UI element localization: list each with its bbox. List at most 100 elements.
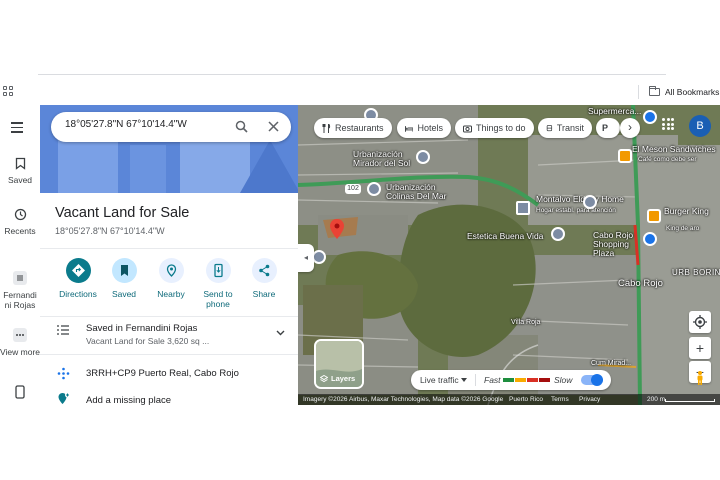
live-traffic-control[interactable]: Live traffic Fast Slow — [411, 370, 611, 390]
nearby-label: Nearby — [157, 289, 185, 299]
region-link[interactable]: Puerto Rico — [509, 394, 543, 405]
poi-meson[interactable] — [618, 149, 632, 163]
map-label-villa-roja: Villa Roja — [511, 319, 541, 326]
traffic-legend-bars — [503, 378, 550, 382]
chip-hotels-label: Hotels — [417, 123, 443, 133]
send-phone-icon — [205, 258, 231, 283]
add-missing-place-text: Add a missing place — [86, 395, 172, 405]
poi-estetica[interactable] — [551, 227, 565, 241]
saved-in-title: Saved in Fernandini Rojas — [86, 323, 198, 334]
pegman-icon[interactable] — [696, 371, 704, 385]
plus-code-icon — [57, 367, 70, 380]
poi-burger-king[interactable] — [647, 209, 661, 223]
all-bookmarks-label: All Bookmarks — [665, 87, 720, 97]
rail-phone[interactable] — [0, 385, 40, 401]
saved-button[interactable]: Saved — [100, 258, 148, 299]
apps-grid-icon[interactable] — [3, 86, 13, 96]
google-apps-icon[interactable] — [662, 118, 674, 130]
poi-left[interactable] — [312, 250, 326, 264]
directions-button[interactable]: Directions — [54, 258, 102, 299]
poi-colinas[interactable] — [367, 182, 381, 196]
history-icon — [14, 208, 26, 221]
action-buttons: Directions Saved Nearby Send to phone Sh… — [52, 258, 292, 318]
map-label-burger-sub: King de aro — [666, 225, 700, 232]
close-icon[interactable] — [267, 120, 280, 133]
road-shield-102: 102 — [345, 184, 361, 194]
nearby-button[interactable]: Nearby — [147, 258, 195, 299]
directions-icon — [65, 258, 91, 283]
add-place-icon — [58, 392, 70, 404]
add-missing-place-row[interactable]: Add a missing place — [40, 390, 298, 405]
rail-recents-label: Recents — [4, 226, 36, 236]
rail-saved-label: Saved — [7, 175, 33, 185]
plus-code-row[interactable]: 3RRH+CP9 Puerto Real, Cabo Rojo — [40, 363, 298, 387]
privacy-link[interactable]: Privacy — [579, 394, 600, 405]
scale-bar — [665, 399, 715, 402]
search-box[interactable] — [51, 112, 291, 142]
zoom-in-button[interactable]: + — [689, 337, 711, 359]
dropdown-arrow-icon[interactable] — [461, 378, 467, 382]
map-label-mirador: Urbanización Mirador del Sol — [353, 149, 411, 168]
saved-label: Saved — [111, 289, 137, 299]
saved-bookmark-icon — [111, 258, 137, 283]
share-button[interactable]: Share — [240, 258, 288, 299]
map-label-supermarket: Supermerca... — [588, 106, 642, 116]
poi-mirador[interactable] — [416, 150, 430, 164]
rail-recents[interactable]: Recents — [0, 208, 40, 236]
map-canvas[interactable]: Supermerca... Urbanización Mirador del S… — [298, 105, 720, 405]
account-avatar[interactable]: B — [689, 115, 711, 137]
collapse-panel-button[interactable]: ◂ — [298, 244, 314, 272]
send-to-phone-label: Send to phone — [203, 289, 233, 309]
camera-icon — [463, 125, 472, 132]
search-input[interactable] — [65, 119, 225, 130]
map-label-cum-mirador: Cum Mirad... — [591, 360, 632, 367]
divider — [40, 354, 298, 355]
map-label-montalvo-sub: Hogar establ. para atención — [536, 207, 616, 214]
map-label-shopping-plaza: Cabo Rojo Shopping Plaza — [593, 230, 634, 258]
terms-link[interactable]: Terms — [551, 394, 569, 405]
chip-things-to-do-label: Things to do — [476, 123, 526, 133]
chip-transit[interactable]: Transit — [538, 118, 592, 138]
layers-label: Layers — [331, 374, 356, 383]
tab-strip-divider — [38, 74, 666, 75]
share-icon — [251, 258, 277, 283]
rail-view-more[interactable]: View more — [0, 328, 40, 357]
chevron-down-icon[interactable] — [276, 330, 285, 336]
layers-button[interactable]: Layers — [314, 339, 364, 389]
chip-things-to-do[interactable]: Things to do — [455, 118, 534, 138]
share-label: Share — [252, 289, 276, 299]
traffic-slow-label: Slow — [554, 375, 573, 385]
attribution-bar: Imagery ©2026 Airbus, Maxar Technologies… — [298, 394, 720, 405]
rail-list-fernandini[interactable]: Fernandi ni Rojas — [0, 271, 40, 310]
poi-montalvo[interactable] — [516, 201, 530, 215]
bookmarks-separator — [638, 85, 639, 99]
poi-supermarket[interactable] — [643, 110, 657, 124]
chip-more[interactable]: P — [596, 118, 620, 138]
poi-shopping[interactable] — [583, 195, 597, 209]
all-bookmarks-button[interactable]: All Bookmarks — [649, 85, 719, 99]
search-icon[interactable] — [235, 120, 248, 133]
live-traffic-label: Live traffic — [420, 375, 459, 385]
chip-hotels[interactable]: Hotels — [397, 118, 451, 138]
map-label-montalvo: Montalvo Elderly Home — [536, 194, 624, 204]
map-label-urb-borin: URB BORIN — [672, 268, 720, 277]
my-location-button[interactable] — [689, 311, 711, 333]
send-to-phone-button[interactable]: Send to phone — [194, 258, 242, 309]
saved-in-row[interactable]: Saved in Fernandini Rojas Vacant Land fo… — [40, 317, 298, 354]
plus-code-text: 3RRH+CP9 Puerto Real, Cabo Rojo — [86, 368, 239, 379]
scale-label[interactable]: 200 m — [647, 394, 665, 405]
location-pin-icon[interactable] — [330, 219, 344, 239]
fork-knife-icon — [322, 123, 331, 133]
rail-saved[interactable]: Saved — [0, 157, 40, 185]
bookmark-icon — [15, 157, 25, 170]
bed-icon — [405, 125, 414, 132]
traffic-toggle[interactable] — [581, 374, 603, 386]
chips-next-button[interactable]: › — [620, 118, 640, 138]
chip-restaurants[interactable]: Restaurants — [314, 118, 392, 138]
menu-icon[interactable] — [11, 122, 23, 133]
map-label-colinas: Urbanización Colinas Del Mar — [386, 182, 447, 201]
place-coordinates: 18°05'27.8"N 67°10'14.4"W — [55, 226, 165, 236]
chip-transit-label: Transit — [556, 123, 584, 133]
poi-shopping-bag[interactable] — [643, 232, 657, 246]
imagery-credit: Imagery ©2026 Airbus, Maxar Technologies… — [303, 396, 504, 403]
